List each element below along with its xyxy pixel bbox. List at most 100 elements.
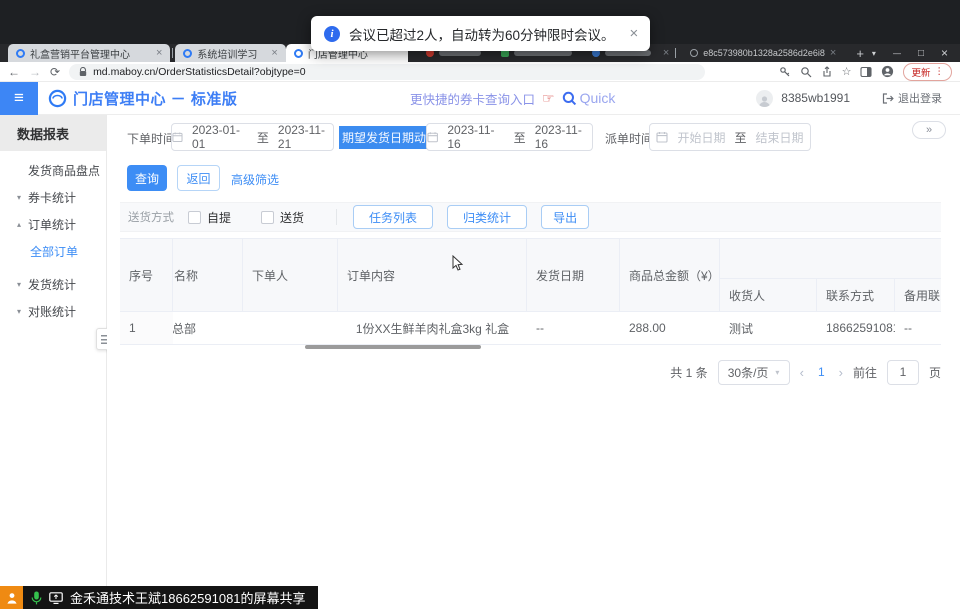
orders-table: 序号 名称 下单人 订单内容 发货日期 商品总金额（¥） 收货人 联系方式 备用… (120, 238, 941, 345)
sidebar-item-shipping-stats[interactable]: ▾ 发货统计 (0, 271, 106, 298)
side-panel-icon[interactable] (860, 66, 872, 78)
current-page[interactable]: 1 (814, 365, 829, 379)
main-content: 下单时间 2023-01-01 至 2023-11-21 期望发货日期动态 20… (107, 115, 960, 610)
new-tab-button[interactable]: + (848, 46, 872, 61)
share-icon[interactable] (821, 66, 833, 78)
col-header-name-text: 名称 (174, 267, 198, 284)
col-header-receiver: 收货人 (720, 279, 817, 311)
sidebar-item-order-stats[interactable]: ▴ 订单统计 (0, 211, 106, 238)
dispatch-time-range-input[interactable]: 开始日期 至 结束日期 (649, 123, 811, 151)
expected-ship-date-range-input[interactable]: 2023-11-16 至 2023-11-16 (426, 123, 593, 151)
tab-search-chevron-icon[interactable]: ▾ (872, 49, 876, 58)
task-list-button[interactable]: 任务列表 (353, 205, 433, 229)
forward-icon[interactable]: → (29, 66, 41, 78)
share-status: 金禾通技术王斌18662591081的屏幕共享 (23, 586, 318, 609)
export-button[interactable]: 导出 (541, 205, 589, 229)
calendar-icon (427, 131, 438, 143)
horizontal-scrollbar-thumb[interactable] (305, 345, 481, 349)
col-header-ship-date: 发货日期 (527, 239, 620, 311)
cell-content: 1份XX生鲜羊肉礼盒3kg 礼盒 (338, 312, 527, 344)
browser-addressbar: ← → ⟳ md.maboy.cn/OrderStatisticsDetail?… (0, 62, 960, 82)
profile-icon[interactable] (881, 65, 894, 78)
tab-favicon (294, 49, 303, 58)
bookmark-star-icon[interactable]: ☆ (842, 65, 852, 78)
table-row[interactable]: 1 总部 1份XX生鲜羊肉礼盒3kg 礼盒 -- 288.00 测试 18662… (120, 312, 941, 345)
prev-page-button[interactable]: ‹ (800, 365, 804, 380)
next-page-button[interactable]: › (839, 365, 843, 380)
sidebar-item-reconciliation-stats[interactable]: ▾ 对账统计 (0, 298, 106, 325)
cell-backup-contact: -- (895, 312, 941, 344)
task-list-label: 任务列表 (369, 209, 417, 226)
close-window-button[interactable]: × (941, 46, 948, 60)
info-icon: i (324, 26, 340, 42)
cell-ship-date: -- (527, 312, 620, 344)
browser-tab-hash[interactable]: e8c573980b1328a2586d2e6i8 × (682, 44, 844, 62)
export-label: 导出 (553, 209, 577, 226)
maximize-button[interactable]: □ (918, 48, 924, 59)
tab-close-icon[interactable]: × (830, 47, 836, 59)
category-stats-button[interactable]: 归类统计 (447, 205, 527, 229)
browser-tab-gift-platform[interactable]: 礼盒营销平台管理中心 × (8, 44, 170, 62)
sidebar: 数据报表 发货商品盘点 ▾ 券卡统计 ▴ 订单统计 全部订单 ▾ 发货统计 ▾ … (0, 115, 107, 610)
cell-name-text: 总部 (173, 320, 196, 337)
zoom-icon[interactable] (800, 66, 812, 78)
delivery-checkbox[interactable]: 送货 (261, 209, 304, 226)
chevron-down-icon: ▾ (17, 307, 28, 316)
end-date-placeholder: 结束日期 (756, 129, 804, 146)
back-button[interactable]: 返回 (177, 165, 220, 191)
toolbar-divider (336, 209, 337, 225)
query-button[interactable]: 查询 (127, 165, 167, 191)
url-bar[interactable]: md.maboy.cn/OrderStatisticsDetail?objtyp… (69, 64, 705, 80)
back-icon[interactable]: ← (8, 66, 20, 78)
browser-tab-training[interactable]: 系统培训学习 × (175, 44, 285, 62)
logout-button[interactable]: 退出登录 (882, 90, 942, 106)
col-header-buyer: 下单人 (243, 239, 338, 311)
page-size-select[interactable]: 30条/页 ▾ (718, 360, 790, 385)
key-icon[interactable] (779, 66, 791, 78)
app-logo-icon (48, 89, 67, 108)
taskbar-person-tile[interactable] (0, 586, 23, 609)
sidebar-item-label: 券卡统计 (28, 189, 76, 206)
reload-icon[interactable]: ⟳ (50, 66, 60, 78)
globe-favicon (690, 49, 698, 57)
pickup-label: 自提 (207, 209, 231, 226)
col-header-total: 商品总金额（¥） (620, 239, 720, 311)
quick-search-entry[interactable]: Quick (562, 90, 616, 106)
cell-total: 288.00 (620, 312, 720, 344)
minimize-button[interactable]: — (893, 49, 901, 58)
checkbox-icon[interactable] (188, 211, 201, 224)
promo-entry[interactable]: 更快捷的券卡查询入口 ☞ Quick (410, 89, 615, 108)
quick-label: Quick (580, 90, 616, 106)
col-header-content: 订单内容 (338, 239, 527, 311)
sidebar-item-label: 全部订单 (30, 243, 78, 260)
sidebar-collapse-button[interactable]: ≡ (0, 82, 38, 115)
table-toolbar: 送货方式 自提 送货 任务列表 归类统计 导出 (120, 202, 941, 232)
toast-close-icon[interactable]: × (630, 25, 639, 42)
range-separator: 至 (734, 129, 746, 146)
sidebar-item-shipping-inventory[interactable]: 发货商品盘点 (0, 157, 106, 184)
tab-close-icon[interactable]: × (271, 47, 277, 59)
promo-text: 更快捷的券卡查询入口 (410, 89, 535, 108)
tab-close-icon[interactable]: × (156, 47, 162, 59)
tab-close-icon[interactable]: × (663, 47, 669, 59)
chevron-down-icon: ▾ (17, 280, 28, 289)
sidebar-item-all-orders-active[interactable]: 全部订单 (0, 238, 106, 265)
kebab-menu-icon[interactable]: ⋮ (935, 66, 945, 77)
goto-page-input[interactable]: 1 (887, 360, 919, 385)
table-header: 序号 名称 下单人 订单内容 发货日期 商品总金额（¥） 收货人 联系方式 备用… (120, 238, 941, 312)
advanced-filter-link[interactable]: 高级筛选 (231, 171, 279, 188)
delivery-label: 送货 (280, 209, 304, 226)
chrome-update-button[interactable]: 更新 ⋮ (903, 63, 952, 81)
pickup-checkbox[interactable]: 自提 (188, 209, 231, 226)
start-date: 2023-01-01 (192, 123, 248, 151)
mouse-cursor (452, 255, 464, 277)
col-header-receiver-group (720, 239, 941, 279)
order-time-range-input[interactable]: 2023-01-01 至 2023-11-21 (171, 123, 334, 151)
checkbox-icon[interactable] (261, 211, 274, 224)
avatar (756, 90, 773, 107)
update-label: 更新 (911, 65, 930, 79)
expand-filters-button[interactable]: » (912, 121, 946, 139)
sidebar-item-coupon-stats[interactable]: ▾ 券卡统计 (0, 184, 106, 211)
pagination: 共 1 条 30条/页 ▾ ‹ 1 › 前往 1 页 (120, 358, 941, 386)
toast-message: 会议已超过2人，自动转为60分钟限时会议。 (349, 24, 615, 44)
